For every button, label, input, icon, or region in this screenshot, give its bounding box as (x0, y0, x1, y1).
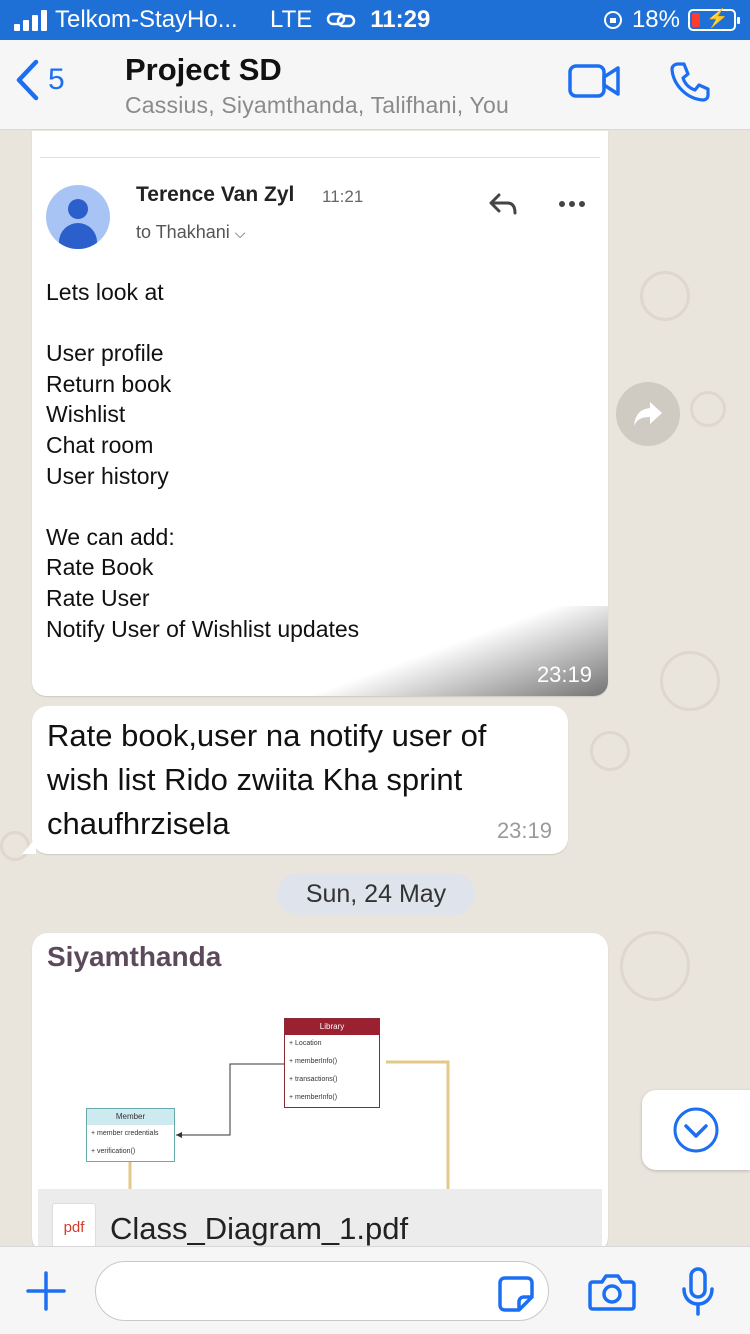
message-composer (0, 1246, 750, 1334)
uml-attribute: + member credentials (91, 1130, 159, 1137)
orientation-lock-icon (603, 11, 622, 29)
uml-method: + verification() (91, 1148, 136, 1155)
video-call-icon[interactable] (568, 62, 620, 102)
divider (40, 157, 600, 158)
uml-attribute: + Location (289, 1040, 322, 1047)
battery-icon: ⚡ (688, 8, 740, 31)
message-input[interactable] (95, 1261, 549, 1321)
clock: 11:29 (370, 6, 431, 33)
chat-title[interactable]: Project SD (125, 52, 282, 88)
text-message[interactable]: Rate book,user na notify user of wish li… (22, 706, 568, 854)
email-time: 11:21 (322, 187, 364, 206)
forward-icon (634, 402, 662, 426)
date-divider: Sun, 24 May (277, 873, 475, 915)
microphone-icon[interactable] (680, 1267, 716, 1317)
scroll-to-bottom-button[interactable] (642, 1090, 750, 1170)
avatar (46, 185, 110, 249)
signal-icon (14, 9, 47, 31)
message-text: Rate book,user na notify user of wish li… (47, 718, 487, 841)
image-message[interactable]: Terence Van Zyl 11:21 to Thakhani ⌵ Lets… (32, 131, 608, 696)
unread-count: 5 (48, 63, 65, 96)
uml-class-title: Library (285, 1019, 379, 1035)
sticker-icon[interactable] (497, 1275, 535, 1313)
network-type: LTE (270, 6, 313, 33)
chevron-down-circle-icon (673, 1107, 719, 1153)
link-icon (326, 12, 356, 28)
message-author[interactable]: Siyamthanda (47, 941, 221, 973)
document-message[interactable]: Siyamthanda Library + Location + memberI… (32, 933, 608, 1253)
chat-header: 5 Project SD Cassius, Siyamthanda, Talif… (0, 40, 750, 130)
uml-method: + memberInfo() (289, 1058, 338, 1065)
email-body: Lets look at User profile Return book Wi… (46, 279, 359, 642)
battery-percent: 18% (631, 6, 680, 33)
camera-icon[interactable] (588, 1273, 636, 1311)
email-recipient: to Thakhani ⌵ (136, 222, 245, 243)
uml-class-title: Member (87, 1109, 174, 1125)
uml-class-library: Library + Location + memberInfo() + tran… (284, 1018, 380, 1108)
status-bar: Telkom-StayHo... LTE 11:29 18% ⚡ (0, 0, 750, 40)
message-time: 23:19 (536, 662, 592, 687)
email-recipient-text: to Thakhani (136, 222, 230, 242)
pdf-file-row[interactable]: pdf Class_Diagram_1.pdf (38, 1189, 602, 1253)
back-button[interactable]: 5 (14, 58, 65, 102)
chevron-left-icon (16, 59, 39, 101)
more-icon (559, 201, 585, 207)
uml-method: + memberInfo() (289, 1094, 338, 1101)
pdf-preview[interactable]: Library + Location + memberInfo() + tran… (38, 988, 602, 1193)
chevron-down-icon: ⌵ (234, 225, 246, 241)
uml-class-member: Member + member credentials + verificati… (86, 1108, 175, 1162)
forward-button[interactable] (616, 382, 680, 446)
uml-method: + transactions() (289, 1076, 338, 1083)
chat-participants[interactable]: Cassius, Siyamthanda, Talifhani, You (125, 92, 509, 119)
pdf-file-name: Class_Diagram_1.pdf (110, 1211, 409, 1246)
plus-icon[interactable] (24, 1269, 68, 1313)
email-sender: Terence Van Zyl (136, 183, 295, 206)
reply-icon (489, 193, 517, 215)
message-time: 23:19 (496, 818, 552, 843)
carrier-name: Telkom-StayHo... (55, 6, 238, 33)
phone-call-icon[interactable] (668, 60, 712, 104)
